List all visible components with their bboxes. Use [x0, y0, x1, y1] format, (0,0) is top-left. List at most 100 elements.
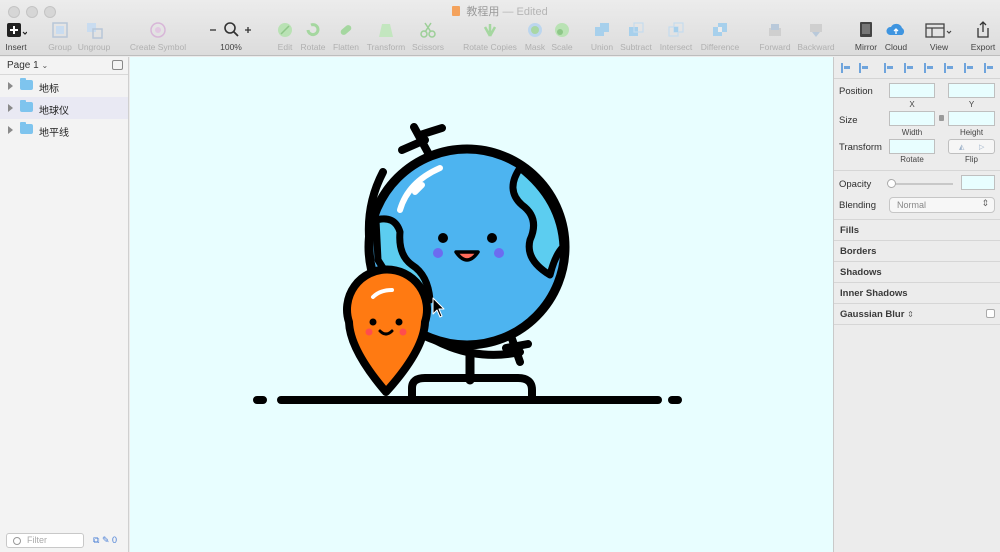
layer-footer-tools[interactable]: ⧉ ✎ 0	[93, 535, 117, 546]
ungroup-label: Ungroup	[77, 42, 111, 52]
union-button[interactable]: Union	[589, 20, 615, 52]
document-icon	[452, 6, 461, 16]
folder-icon	[20, 122, 33, 134]
gaussian-blur-checkbox[interactable]	[986, 309, 995, 318]
backward-button[interactable]: Backward	[796, 20, 836, 52]
cloud-icon	[886, 23, 905, 35]
globe-illustration[interactable]	[130, 57, 833, 552]
export-label: Export	[970, 42, 996, 52]
align-bottom-icon[interactable]	[984, 63, 994, 73]
intersect-button[interactable]: Intersect	[658, 20, 694, 52]
forward-button[interactable]: Forward	[757, 20, 793, 52]
align-middle-icon[interactable]	[964, 63, 974, 73]
subtract-icon	[629, 22, 644, 36]
view-label: View	[929, 42, 949, 52]
zoom-control[interactable]: 100%	[207, 20, 255, 52]
rotate-input[interactable]	[889, 139, 935, 154]
select-arrows-icon: ⇕	[981, 198, 989, 208]
y-label: Y	[968, 100, 975, 109]
align-left-edge-icon[interactable]	[884, 63, 894, 73]
pencil-icon[interactable]: ✎	[102, 535, 110, 545]
scissors-button[interactable]: Scissors	[410, 20, 446, 52]
borders-label: Borders	[840, 246, 877, 257]
scale-button[interactable]: Scale	[549, 20, 575, 52]
group-label: Group	[48, 42, 72, 52]
fills-section[interactable]: Fills	[834, 219, 1000, 240]
align-center-icon[interactable]	[904, 63, 914, 73]
rotate-button[interactable]: Rotate	[299, 20, 327, 52]
rotate-label: Rotate	[300, 42, 326, 52]
copy-icon[interactable]: ⧉	[93, 535, 99, 545]
layer-filter-input[interactable]: Filter	[6, 533, 84, 548]
blur-type-arrows-icon[interactable]: ⇕	[907, 310, 914, 319]
layer-row-landmark[interactable]: 地标	[0, 75, 128, 97]
flip-horizontal-icon[interactable]: ◭	[959, 143, 964, 151]
footer-count: 0	[112, 535, 118, 545]
union-label: Union	[590, 42, 614, 52]
mirror-button[interactable]: Mirror	[852, 20, 880, 52]
layer-name: 地标	[39, 84, 59, 95]
align-top-icon[interactable]	[944, 63, 954, 73]
flatten-button[interactable]: Flatten	[331, 20, 361, 52]
group-button[interactable]: Group	[46, 20, 74, 52]
disclosure-triangle-icon[interactable]	[8, 126, 13, 134]
disclosure-triangle-icon[interactable]	[8, 104, 13, 112]
borders-section[interactable]: Borders	[834, 240, 1000, 261]
edit-button[interactable]: Edit	[274, 20, 296, 52]
align-right-icon[interactable]	[924, 63, 934, 73]
height-label: Height	[959, 128, 984, 137]
opacity-label: Opacity	[839, 179, 872, 190]
rotate-copies-icon	[483, 24, 497, 37]
ungroup-button[interactable]: Ungroup	[77, 20, 111, 52]
position-x-input[interactable]	[889, 83, 935, 98]
opacity-slider-knob[interactable]	[887, 179, 896, 188]
subtract-button[interactable]: Subtract	[619, 20, 653, 52]
subtract-label: Subtract	[620, 42, 652, 52]
group-icon	[52, 22, 68, 38]
transform-button[interactable]: Transform	[365, 20, 407, 52]
layer-row-globe[interactable]: 地球仪	[0, 97, 128, 119]
position-y-input[interactable]	[948, 83, 995, 98]
disclosure-triangle-icon[interactable]	[8, 82, 13, 90]
edit-icon	[278, 23, 292, 37]
width-label: Width	[901, 128, 923, 137]
toggle-pages-icon[interactable]	[112, 60, 123, 70]
height-input[interactable]	[948, 111, 995, 126]
blending-select[interactable]: Normal ⇕	[889, 197, 995, 213]
blending-value: Normal	[897, 200, 927, 210]
cloud-button[interactable]: Cloud	[883, 20, 909, 52]
opacity-slider[interactable]	[887, 179, 953, 188]
map-pin[interactable]	[343, 265, 431, 396]
opacity-input[interactable]	[961, 175, 995, 190]
difference-button[interactable]: Difference	[698, 20, 742, 52]
gaussian-blur-section[interactable]: Gaussian Blur ⇕	[834, 303, 1000, 324]
insert-button[interactable]: Insert	[3, 20, 29, 52]
mask-button[interactable]: Mask	[522, 20, 548, 52]
create-symbol-button[interactable]: Create Symbol	[128, 20, 188, 52]
window-toolbar: 教程用 — Edited Insert Group Ungroup Create…	[0, 0, 1000, 56]
size-label: Size	[839, 115, 858, 126]
view-button[interactable]: View	[924, 20, 954, 52]
distribute-icon[interactable]	[859, 63, 869, 73]
forward-icon	[769, 24, 781, 36]
layer-row-horizon[interactable]: 地平线	[0, 119, 128, 141]
width-input[interactable]	[889, 111, 935, 126]
rotate-copies-button[interactable]: Rotate Copies	[462, 20, 518, 52]
flatten-label: Flatten	[333, 42, 359, 52]
page-selector[interactable]: Page 1 ⌄	[0, 57, 128, 75]
flip-vertical-icon[interactable]: ▷	[979, 143, 984, 151]
lock-icon[interactable]	[939, 115, 944, 121]
canvas[interactable]	[130, 57, 833, 552]
document-title: 教程用 — Edited	[0, 3, 1000, 19]
flip-buttons[interactable]: ◭ ▷	[948, 139, 995, 154]
layer-name: 地平线	[39, 128, 69, 139]
mask-label: Mask	[524, 42, 546, 52]
edit-label: Edit	[277, 42, 293, 52]
inner-shadows-section[interactable]: Inner Shadows	[834, 282, 1000, 303]
align-left-icon[interactable]	[841, 63, 851, 73]
divider	[834, 170, 1000, 171]
shadows-section[interactable]: Shadows	[834, 261, 1000, 282]
intersect-icon	[668, 22, 684, 37]
export-button[interactable]: Export	[968, 20, 998, 52]
intersect-label: Intersect	[659, 42, 693, 52]
